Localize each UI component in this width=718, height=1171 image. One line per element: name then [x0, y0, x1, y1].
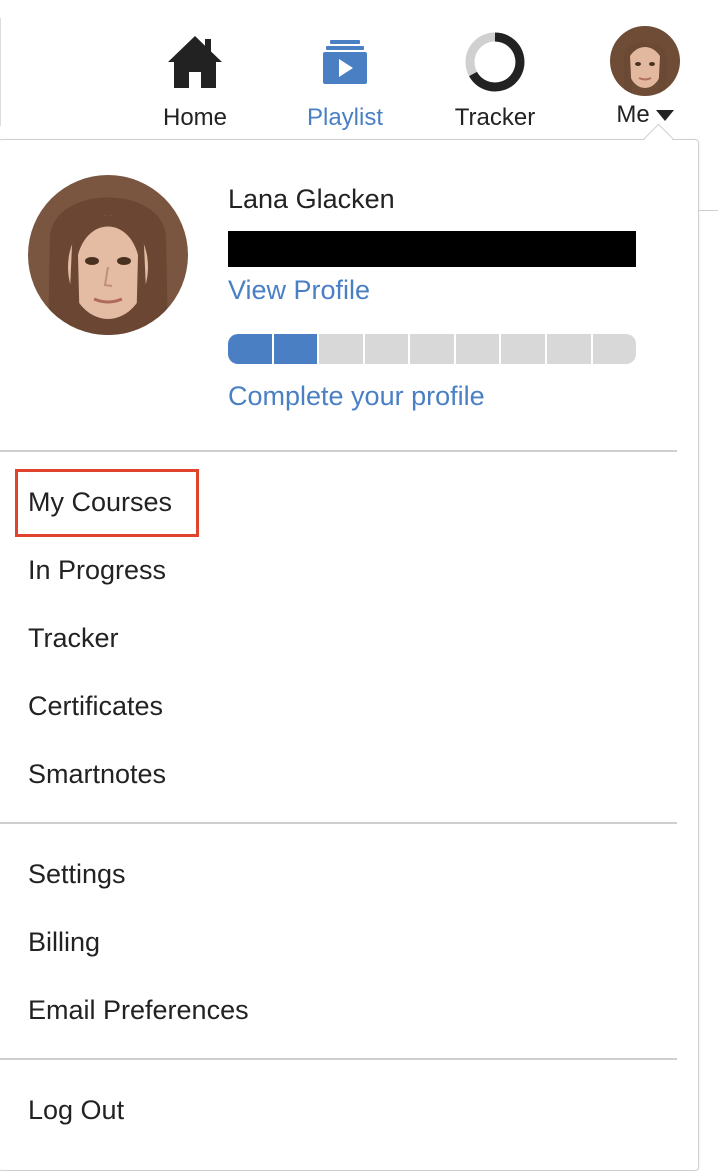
background-divider: [699, 210, 718, 211]
nav-tracker[interactable]: Tracker: [440, 30, 550, 132]
progress-segment: [592, 334, 636, 364]
nav-playlist-label: Playlist: [306, 104, 384, 131]
progress-segment: [455, 334, 500, 364]
nav-playlist[interactable]: Playlist: [290, 30, 400, 132]
menu-divider: [0, 1058, 677, 1060]
home-icon: [140, 30, 250, 94]
chevron-down-icon: [655, 109, 674, 121]
nav-tracker-label: Tracker: [454, 104, 536, 131]
menu-item-tracker[interactable]: Tracker: [28, 622, 119, 654]
progress-segment: [319, 334, 363, 364]
redacted-email: [228, 231, 636, 267]
complete-profile-link[interactable]: Complete your profile: [228, 381, 485, 412]
menu-item-certificates[interactable]: Certificates: [28, 690, 163, 722]
profile-name: Lana Glacken: [228, 184, 395, 214]
avatar: [610, 26, 680, 96]
menu-item-billing[interactable]: Billing: [28, 926, 100, 958]
nav-home[interactable]: Home: [140, 30, 250, 132]
progress-segment: [501, 334, 545, 364]
progress-segment: [546, 334, 591, 364]
nav-me-label: Me: [616, 101, 650, 128]
progress-segment: [228, 334, 272, 364]
menu-item-in-progress[interactable]: In Progress: [28, 554, 166, 586]
top-navigation: Home Playlist Tracker Me: [0, 0, 718, 140]
progress-segment: [273, 334, 318, 364]
tracker-ring-icon: [440, 30, 550, 94]
playlist-icon: [290, 30, 400, 94]
nav-home-label: Home: [162, 104, 228, 131]
progress-segment: [364, 334, 409, 364]
menu-item-my-courses[interactable]: My Courses: [28, 486, 172, 518]
menu-divider: [0, 822, 677, 824]
menu-item-log-out[interactable]: Log Out: [28, 1094, 124, 1126]
menu-item-settings[interactable]: Settings: [28, 858, 126, 890]
view-profile-link[interactable]: View Profile: [228, 275, 370, 306]
menu-divider: [0, 450, 677, 452]
menu-item-smartnotes[interactable]: Smartnotes: [28, 758, 166, 790]
menu-item-email-preferences[interactable]: Email Preferences: [28, 994, 249, 1026]
left-edge-divider: [0, 18, 1, 126]
nav-me-menu[interactable]: Me: [600, 26, 690, 128]
profile-completion-bar: [228, 334, 636, 364]
profile-avatar[interactable]: [28, 175, 188, 335]
progress-segment: [410, 334, 454, 364]
